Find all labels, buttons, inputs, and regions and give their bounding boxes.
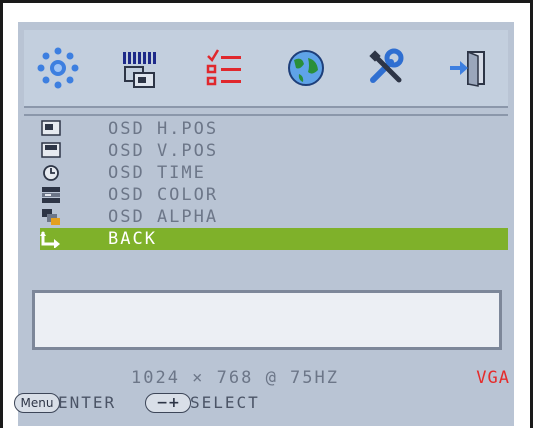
resolution-readout: 1024 × 768 @ 75HZ [131, 368, 339, 388]
menu-item-label: OSD TIME [108, 163, 206, 183]
menu-item-back[interactable]: BACK [40, 228, 508, 250]
menu-item-osd-alpha[interactable]: OSD ALPHA [40, 206, 508, 228]
alpha-icon [40, 207, 62, 227]
tools-tab[interactable] [363, 44, 411, 92]
h-position-icon [40, 119, 62, 139]
image-settings-icon [123, 52, 156, 88]
brightness-icon [37, 47, 79, 89]
menu-item-osd-h-pos[interactable]: OSD H.POS [40, 118, 508, 140]
tools-icon [369, 48, 404, 83]
image-settings-tab[interactable] [115, 44, 163, 92]
input-source-label: VGA [476, 368, 510, 388]
left-frame-border [0, 0, 3, 428]
color-icon [40, 185, 62, 205]
back-arrow-icon [40, 229, 62, 249]
osd-menu-tab[interactable] [200, 44, 248, 92]
menu-item-label: OSD ALPHA [108, 207, 219, 227]
menu-item-label: OSD V.POS [108, 141, 219, 161]
menu-item-label: OSD COLOR [108, 185, 219, 205]
exit-icon [450, 50, 485, 87]
menu-item-label: BACK [108, 229, 157, 249]
enter-hint: ENTER [58, 393, 117, 412]
select-key-badge: −+ [145, 393, 191, 413]
menu-key-badge: Menu [14, 393, 60, 413]
key-hints: Menu ENTER −+ SELECT [14, 392, 514, 416]
brightness-tab[interactable] [34, 44, 82, 92]
menu-item-osd-time[interactable]: OSD TIME [40, 162, 508, 184]
info-box [32, 290, 502, 350]
osd-panel: OSD H.POS OSD V.POS OSD TIME OSD COLOR O… [14, 22, 514, 426]
color-tab[interactable] [282, 44, 330, 92]
menu-item-osd-color[interactable]: OSD COLOR [40, 184, 508, 206]
menu-item-osd-v-pos[interactable]: OSD V.POS [40, 140, 508, 162]
top-frame-border [0, 0, 533, 3]
menu-item-label: OSD H.POS [108, 119, 219, 139]
select-hint: SELECT [190, 393, 260, 412]
timer-icon [40, 163, 62, 183]
status-bar: 1024 × 768 @ 75HZ VGA Menu ENTER −+ SELE… [14, 362, 514, 422]
exit-tab[interactable] [444, 44, 492, 92]
osd-menu-icon [206, 49, 241, 86]
color-globe-icon [288, 50, 324, 86]
v-position-icon [40, 141, 62, 161]
osd-toolbar [24, 30, 508, 108]
toolbar-divider [24, 114, 508, 116]
